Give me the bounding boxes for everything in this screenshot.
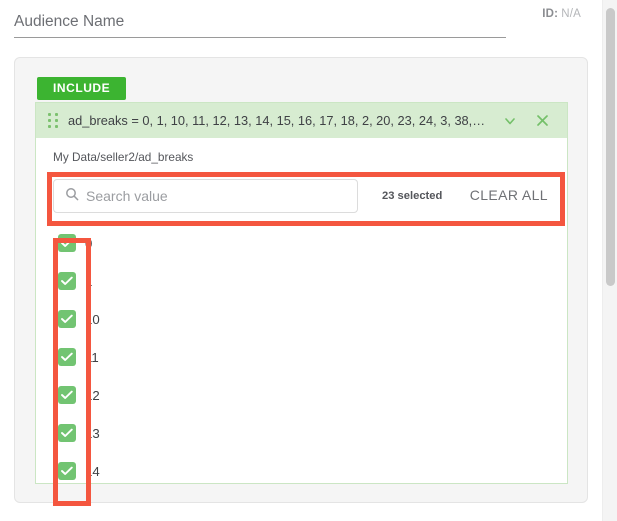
rule-block: ad_breaks = 0, 1, 10, 11, 12, 13, 14, 15… xyxy=(35,102,568,484)
checkbox-checked-icon[interactable] xyxy=(58,424,76,442)
checkbox-checked-icon[interactable] xyxy=(58,462,76,480)
option-label: 10 xyxy=(85,311,100,327)
search-field[interactable] xyxy=(53,179,358,213)
search-row: 23 selected CLEAR ALL xyxy=(53,179,548,213)
option-label: 14 xyxy=(85,463,100,479)
option-label: 1 xyxy=(85,273,93,289)
option-label: 13 xyxy=(85,425,100,441)
audience-id-value: N/A xyxy=(561,8,581,20)
include-badge[interactable]: INCLUDE xyxy=(37,77,127,100)
option-label: 0 xyxy=(85,235,93,251)
audience-name-input[interactable] xyxy=(14,10,506,38)
checkbox-checked-icon[interactable] xyxy=(58,272,76,290)
field-path-label: My Data/seller2/ad_breaks xyxy=(53,150,194,164)
option-list: 0 1 10 11 12 13 14 xyxy=(53,224,548,483)
clear-all-button[interactable]: CLEAR ALL xyxy=(470,187,548,203)
search-icon xyxy=(65,187,79,206)
audience-id: ID: N/A xyxy=(542,8,581,20)
rule-card: INCLUDE ad_breaks = 0, 1, 10, 11, 12, 13… xyxy=(14,57,588,503)
option-row[interactable]: 12 xyxy=(53,376,548,414)
close-icon[interactable] xyxy=(529,113,555,128)
audience-id-label: ID: xyxy=(542,8,559,20)
checkbox-checked-icon[interactable] xyxy=(58,348,76,366)
drag-handle-icon[interactable] xyxy=(48,113,59,128)
option-label: 12 xyxy=(85,387,100,403)
checkbox-checked-icon[interactable] xyxy=(58,386,76,404)
option-row[interactable]: 0 xyxy=(53,224,548,262)
option-row[interactable]: 11 xyxy=(53,338,548,376)
page-header: ID:N/A xyxy=(0,0,617,55)
page-scrollbar-thumb[interactable] xyxy=(606,8,615,286)
option-row[interactable]: 14 xyxy=(53,452,548,483)
checkbox-checked-icon[interactable] xyxy=(58,310,76,328)
option-row[interactable]: 13 xyxy=(53,414,548,452)
value-picker-panel: My Data/seller2/ad_breaks 23 selected CL… xyxy=(36,138,567,483)
option-row[interactable]: 10 xyxy=(53,300,548,338)
option-label: 11 xyxy=(85,349,99,365)
rule-chip-row[interactable]: ad_breaks = 0, 1, 10, 11, 12, 13, 14, 15… xyxy=(36,103,567,138)
checkbox-checked-icon[interactable] xyxy=(58,234,76,252)
option-row[interactable]: 1 xyxy=(53,262,548,300)
selected-count-label: 23 selected xyxy=(382,190,443,202)
rule-chip-text: ad_breaks = 0, 1, 10, 11, 12, 13, 14, 15… xyxy=(68,113,497,128)
search-input[interactable] xyxy=(86,180,357,212)
chevron-down-icon[interactable] xyxy=(497,114,523,128)
